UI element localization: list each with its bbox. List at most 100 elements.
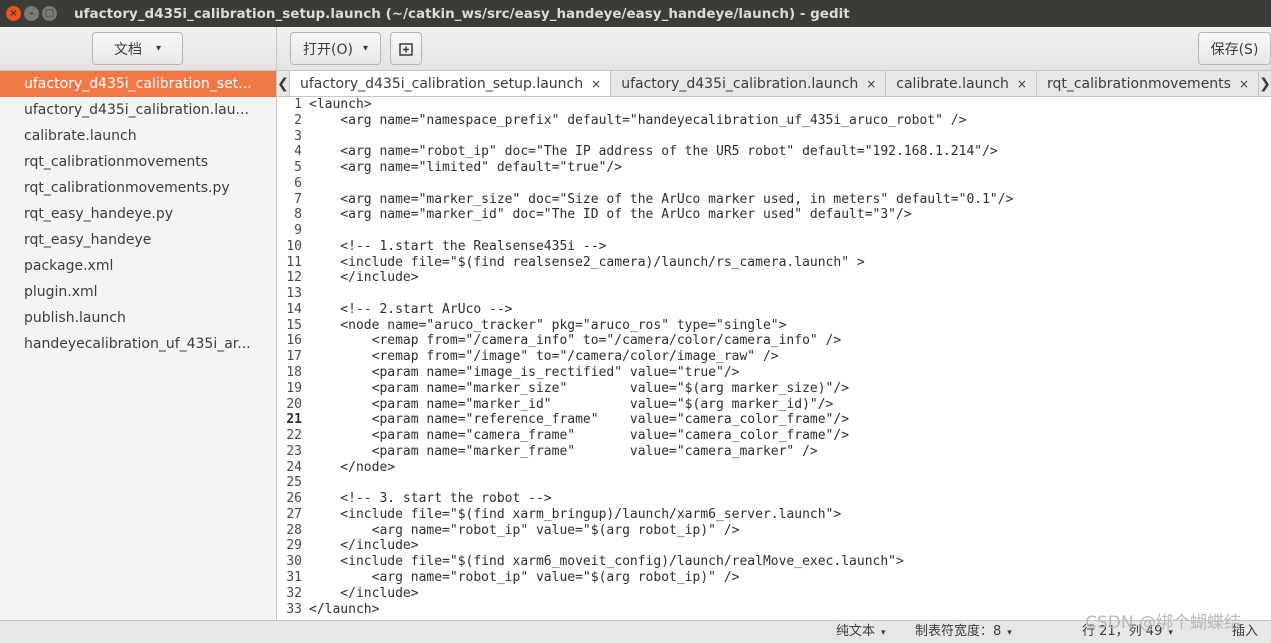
- line-number: 21: [286, 412, 302, 428]
- document-sidebar: ufactory_d435i_calibration_set... ufacto…: [0, 71, 277, 620]
- line-number: 14: [286, 301, 302, 317]
- sidebar-item[interactable]: rqt_easy_handeye.py: [0, 201, 276, 227]
- tab-bar: ❮ ufactory_d435i_calibration_setup.launc…: [277, 71, 1271, 97]
- code-line[interactable]: <arg name="robot_ip" value="$(arg robot_…: [309, 570, 1271, 586]
- line-number: 32: [286, 585, 302, 601]
- code-line[interactable]: </node>: [309, 460, 1271, 476]
- code-line[interactable]: <!-- 3. start the robot -->: [309, 491, 1271, 507]
- code-line[interactable]: <include file="$(find realsense2_camera)…: [309, 255, 1271, 271]
- sidebar-item[interactable]: rqt_calibrationmovements.py: [0, 175, 276, 201]
- code-line[interactable]: </include>: [309, 586, 1271, 602]
- tab-label: calibrate.launch: [896, 75, 1009, 92]
- save-button[interactable]: 保存(S): [1198, 32, 1271, 65]
- sidebar-header: 文档 ▾: [0, 27, 277, 71]
- line-number: 8: [294, 207, 302, 223]
- line-number: 27: [286, 506, 302, 522]
- code-line[interactable]: [309, 176, 1271, 192]
- minimize-window-button[interactable]: –: [24, 6, 39, 21]
- save-label: 保存(S): [1210, 41, 1259, 58]
- syntax-mode-selector[interactable]: 纯文本 ▾: [836, 621, 886, 643]
- main-toolbar: 打开(O) ▾ 保存(S): [277, 27, 1271, 71]
- sidebar-item[interactable]: publish.launch: [0, 305, 276, 331]
- line-number: 5: [294, 160, 302, 176]
- code-line[interactable]: <remap from="/image" to="/camera/color/i…: [309, 349, 1271, 365]
- chevron-down-icon: ▾: [881, 628, 886, 638]
- sidebar-item[interactable]: handeyecalibration_uf_435i_ar...: [0, 331, 276, 357]
- documents-dropdown-button[interactable]: 文档 ▾: [92, 32, 183, 65]
- syntax-mode-label: 纯文本: [836, 624, 876, 639]
- code-line[interactable]: <param name="camera_frame" value="camera…: [309, 428, 1271, 444]
- line-number: 9: [294, 223, 302, 239]
- tab-scroll-left-icon[interactable]: ❮: [277, 71, 289, 96]
- line-number: 17: [286, 349, 302, 365]
- window-titlebar: × – □ ufactory_d435i_calibration_setup.l…: [0, 0, 1271, 27]
- line-number: 3: [294, 128, 302, 144]
- sidebar-item[interactable]: calibrate.launch: [0, 123, 276, 149]
- watermark: CSDN @绑个蝴蝶结: [1085, 613, 1241, 633]
- tab-document[interactable]: ufactory_d435i_calibration_setup.launch …: [288, 71, 612, 96]
- code-line[interactable]: [309, 129, 1271, 145]
- close-icon[interactable]: ×: [1239, 77, 1249, 91]
- text-editor[interactable]: 1 2 3 4 5 6 7 8 9 10 11 12 13 14 15 16 17 18 19 20 21 22 23 24 2…: [277, 97, 1271, 620]
- code-line[interactable]: <param name="image_is_rectified" value="…: [309, 365, 1271, 381]
- open-file-button[interactable]: 打开(O) ▾: [290, 32, 381, 65]
- code-line[interactable]: <param name="marker_id" value="$(arg mar…: [309, 397, 1271, 413]
- code-line[interactable]: [309, 223, 1271, 239]
- line-number: 31: [286, 569, 302, 585]
- tab-document[interactable]: ufactory_d435i_calibration.launch ×: [611, 71, 887, 96]
- code-line[interactable]: [309, 286, 1271, 302]
- code-line[interactable]: <param name="reference_frame" value="cam…: [309, 412, 1271, 428]
- code-line[interactable]: <!-- 2.start ArUco -->: [309, 302, 1271, 318]
- code-area[interactable]: <launch> <arg name="namespace_prefix" de…: [309, 97, 1271, 617]
- close-icon[interactable]: ×: [866, 77, 876, 91]
- sidebar-item[interactable]: rqt_calibrationmovements: [0, 149, 276, 175]
- sidebar-item[interactable]: ufactory_d435i_calibration.lau...: [0, 97, 276, 123]
- line-number: 18: [286, 365, 302, 381]
- maximize-window-button[interactable]: □: [42, 6, 57, 21]
- tab-width-selector[interactable]: 制表符宽度：8 ▾: [915, 621, 1012, 643]
- code-line[interactable]: <arg name="marker_size" doc="Size of the…: [309, 192, 1271, 208]
- line-number: 28: [286, 522, 302, 538]
- line-number: 2: [294, 112, 302, 128]
- code-line[interactable]: <include file="$(find xarm_bringup)/laun…: [309, 507, 1271, 523]
- code-line[interactable]: </include>: [309, 538, 1271, 554]
- code-line[interactable]: <arg name="robot_ip" value="$(arg robot_…: [309, 523, 1271, 539]
- line-number: 19: [286, 380, 302, 396]
- line-number: 4: [294, 144, 302, 160]
- code-line[interactable]: <launch>: [309, 97, 1271, 113]
- line-number: 1: [294, 97, 302, 112]
- line-number: 11: [286, 254, 302, 270]
- chevron-down-icon: ▾: [155, 43, 162, 54]
- tab-document[interactable]: calibrate.launch ×: [886, 71, 1037, 96]
- close-icon[interactable]: ×: [591, 77, 601, 91]
- sidebar-item[interactable]: rqt_easy_handeye: [0, 227, 276, 253]
- code-line[interactable]: <arg name="marker_id" doc="The ID of the…: [309, 207, 1271, 223]
- code-line[interactable]: <remap from="/camera_info" to="/camera/c…: [309, 333, 1271, 349]
- sidebar-item[interactable]: ufactory_d435i_calibration_set...: [0, 71, 276, 97]
- line-number: 23: [286, 443, 302, 459]
- code-line[interactable]: <arg name="robot_ip" doc="The IP address…: [309, 144, 1271, 160]
- sidebar-item[interactable]: package.xml: [0, 253, 276, 279]
- code-line[interactable]: </include>: [309, 270, 1271, 286]
- tab-label: ufactory_d435i_calibration_setup.launch: [299, 75, 584, 92]
- code-line[interactable]: <include file="$(find xarm6_moveit_confi…: [309, 554, 1271, 570]
- tab-label: ufactory_d435i_calibration.launch: [621, 75, 859, 92]
- tab-scroll-right-icon[interactable]: ❯: [1259, 71, 1271, 96]
- code-line[interactable]: <param name="marker_size" value="$(arg m…: [309, 381, 1271, 397]
- line-number: 6: [294, 175, 302, 191]
- code-line[interactable]: <node name="aruco_tracker" pkg="aruco_ro…: [309, 318, 1271, 334]
- code-line[interactable]: <arg name="namespace_prefix" default="ha…: [309, 113, 1271, 129]
- tab-document[interactable]: rqt_calibrationmovements ×: [1037, 71, 1260, 96]
- line-number: 24: [286, 459, 302, 475]
- code-line[interactable]: <arg name="limited" default="true"/>: [309, 160, 1271, 176]
- tab-label: rqt_calibrationmovements: [1046, 75, 1231, 92]
- code-line[interactable]: <!-- 1.start the Realsense435i -->: [309, 239, 1271, 255]
- close-icon[interactable]: ×: [1017, 77, 1027, 91]
- chevron-down-icon: ▾: [1007, 628, 1012, 638]
- new-document-button[interactable]: [390, 32, 422, 65]
- close-window-button[interactable]: ×: [6, 6, 21, 21]
- sidebar-item[interactable]: plugin.xml: [0, 279, 276, 305]
- code-line[interactable]: <param name="marker_frame" value="camera…: [309, 444, 1271, 460]
- code-line[interactable]: [309, 475, 1271, 491]
- window-title: ufactory_d435i_calibration_setup.launch …: [74, 5, 850, 22]
